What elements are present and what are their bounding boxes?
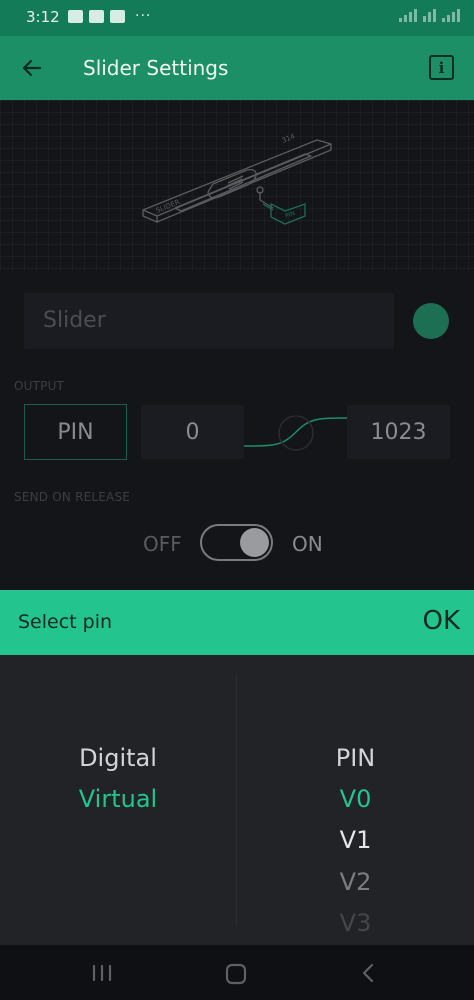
picker-mode-virtual[interactable]: Virtual (0, 785, 236, 813)
widget-name-input[interactable]: Slider (24, 293, 394, 349)
signal-icon (399, 9, 417, 22)
slider-widget-preview: SLIDER 314 PIN (142, 132, 332, 225)
min-value-input[interactable]: 0 (141, 405, 244, 459)
system-nav-bar (0, 945, 474, 1000)
info-icon[interactable]: i (429, 55, 454, 80)
status-bar: 3:12 ··· (0, 0, 474, 36)
system-status-icons (399, 9, 460, 22)
output-section-label: OUTPUT (14, 379, 65, 393)
more-notifications-indicator: ··· (135, 8, 152, 24)
status-time: 3:12 (26, 8, 60, 26)
app-bar: Slider Settings i (0, 36, 474, 100)
mail-icon (110, 9, 125, 23)
send-on-release-toggle[interactable] (200, 524, 273, 561)
mapping-curve-icon (244, 415, 348, 451)
home-icon[interactable] (225, 963, 247, 985)
toggle-on-label: ON (292, 532, 323, 556)
mail-icon (89, 9, 104, 23)
signal-icon (442, 9, 460, 22)
pin-picker: Digital Virtual PIN V0 V1 V2 V3 (0, 655, 474, 945)
picker-pin-v2[interactable]: V2 (237, 868, 474, 896)
pin-picker-header: Select pin OK (0, 590, 474, 655)
preview-value-readout: 314 (281, 132, 297, 145)
pin-select-button[interactable]: PIN (24, 404, 127, 460)
widget-settings-panel: SLIDER 314 PIN Slider OUTPUT PIN 0 1023 … (0, 100, 474, 590)
picker-pin-v0[interactable]: V0 (237, 785, 474, 813)
toggle-knob (240, 528, 269, 557)
image-icon (68, 9, 83, 23)
ok-button[interactable]: OK (422, 606, 460, 636)
wifi-icon (423, 9, 436, 22)
info-glyph: i (438, 58, 445, 77)
recents-icon[interactable] (91, 963, 113, 983)
picker-pin-v3[interactable]: V3 (237, 909, 474, 937)
max-value-input[interactable]: 1023 (347, 405, 450, 459)
widget-color-picker[interactable] (413, 303, 449, 339)
page-title: Slider Settings (83, 56, 229, 80)
send-on-release-label: SEND ON RELEASE (14, 490, 131, 504)
chevron-left-icon[interactable] (360, 963, 376, 983)
picker-mode-digital[interactable]: Digital (0, 744, 236, 772)
toggle-off-label: OFF (143, 532, 182, 556)
picker-pin-column-header: PIN (335, 744, 376, 772)
notification-icons: ··· (68, 8, 151, 24)
picker-title: Select pin (18, 611, 113, 633)
arrow-left-icon[interactable] (16, 52, 48, 84)
picker-pin-v1[interactable]: V1 (237, 826, 474, 854)
preview-pin-tag: PIN (284, 210, 296, 220)
